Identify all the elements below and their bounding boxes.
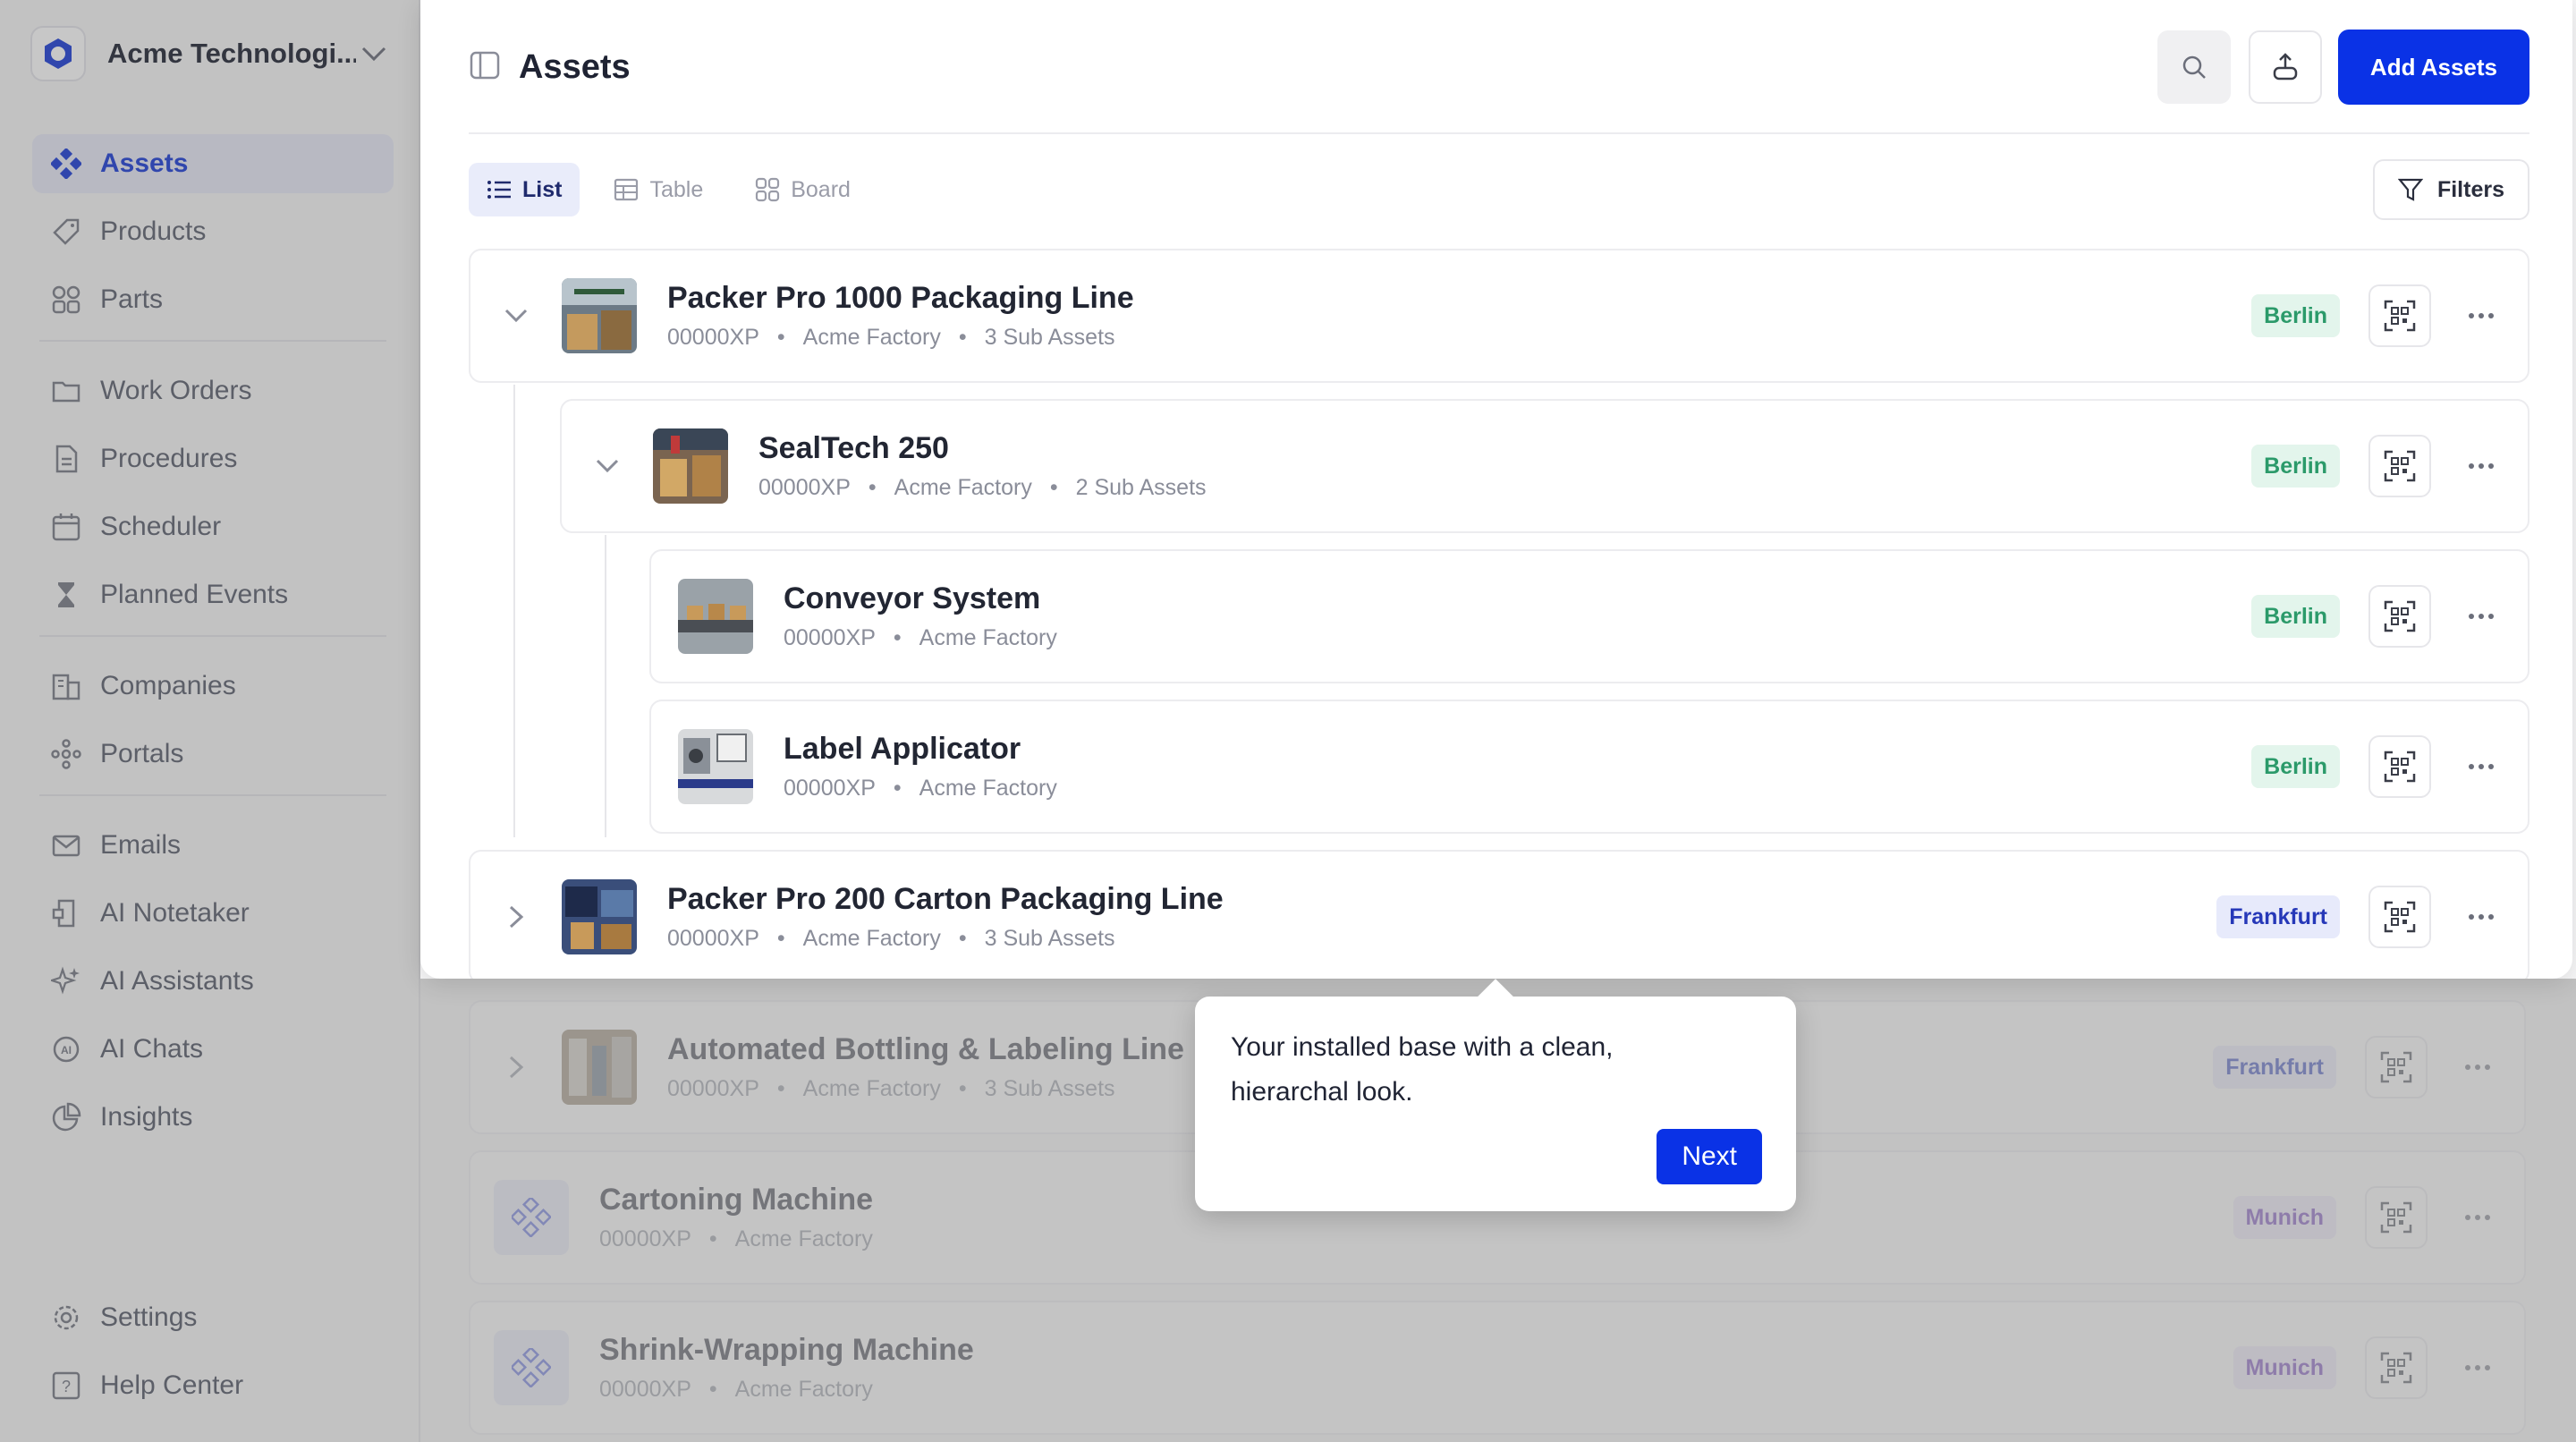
tab-label: Board: [791, 176, 851, 202]
asset-meta: 00000XP • Acme Factory • 3 Sub Assets: [667, 926, 1115, 951]
asset-sub-count: 2 Sub Assets: [1075, 475, 1207, 500]
asset-meta: 00000XP • Acme Factory • 3 Sub Assets: [667, 325, 1115, 350]
list-icon: [487, 179, 512, 200]
asset-meta: 00000XP • Acme Factory: [784, 776, 1057, 801]
more-options-icon[interactable]: [2462, 597, 2501, 636]
asset-thumbnail: [562, 278, 637, 353]
tree-connector: [513, 385, 515, 837]
asset-meta: 00000XP • Acme Factory • 2 Sub Assets: [758, 475, 1207, 500]
asset-thumbnail: [562, 879, 637, 954]
asset-code: 00000XP: [758, 475, 851, 500]
location-badge: Berlin: [2251, 745, 2340, 788]
asset-sub-count: 3 Sub Assets: [984, 926, 1115, 951]
view-switcher: List Table Board: [469, 163, 885, 216]
asset-row-label-applicator[interactable]: Label Applicator 00000XP • Acme Factory B…: [649, 700, 2529, 834]
more-options-icon[interactable]: [2462, 446, 2501, 486]
page-title: Assets: [519, 47, 631, 86]
location-badge: Berlin: [2251, 595, 2340, 638]
asset-name[interactable]: Label Applicator: [784, 732, 2251, 767]
add-assets-button[interactable]: Add Assets: [2337, 30, 2529, 105]
asset-name[interactable]: Packer Pro 1000 Packaging Line: [667, 281, 2251, 316]
asset-thumbnail: [653, 428, 728, 504]
qr-code-icon: [2384, 450, 2416, 482]
board-icon: [755, 177, 780, 202]
more-options-icon[interactable]: [2462, 897, 2501, 937]
asset-thumbnail: [678, 729, 753, 804]
tab-label: Table: [649, 176, 704, 202]
location-badge: Frankfurt: [2216, 895, 2340, 938]
asset-name[interactable]: SealTech 250: [758, 431, 2251, 466]
asset-thumbnail: [678, 579, 753, 654]
asset-name[interactable]: Conveyor System: [784, 581, 2251, 616]
more-options-icon[interactable]: [2462, 296, 2501, 335]
import-button[interactable]: [2248, 30, 2322, 104]
tab-table[interactable]: Table: [596, 163, 721, 216]
asset-meta: 00000XP • Acme Factory: [784, 625, 1057, 650]
upload-icon: [2273, 53, 2298, 81]
asset-name[interactable]: Packer Pro 200 Carton Packaging Line: [667, 882, 2216, 917]
asset-sub-count: 3 Sub Assets: [984, 325, 1115, 350]
asset-site: Acme Factory: [919, 625, 1057, 650]
filters-label: Filters: [2436, 176, 2504, 202]
asset-site: Acme Factory: [802, 325, 941, 350]
header-divider: [469, 132, 2529, 134]
qr-code-button[interactable]: [2368, 435, 2431, 497]
chevron-down-icon[interactable]: [494, 293, 538, 338]
asset-row-sealtech-250[interactable]: SealTech 250 00000XP • Acme Factory • 2 Su…: [560, 399, 2529, 533]
asset-site: Acme Factory: [802, 926, 941, 951]
asset-row-packer-pro-1000[interactable]: Packer Pro 1000 Packaging Line 00000XP • …: [469, 249, 2529, 383]
asset-site: Acme Factory: [894, 475, 1032, 500]
filter-icon: [2397, 177, 2423, 202]
page-header: Assets Add Assets: [469, 27, 2529, 107]
tab-list[interactable]: List: [469, 163, 580, 216]
tree-connector: [605, 535, 606, 837]
qr-code-icon: [2384, 600, 2416, 632]
qr-code-icon: [2384, 901, 2416, 933]
tab-board[interactable]: Board: [737, 163, 869, 216]
qr-code-button[interactable]: [2368, 735, 2431, 798]
asset-code: 00000XP: [784, 776, 876, 801]
sidebar-toggle-icon[interactable]: [469, 49, 501, 86]
search-icon: [2182, 55, 2206, 79]
asset-site: Acme Factory: [919, 776, 1057, 801]
asset-row-conveyor-system[interactable]: Conveyor System 00000XP • Acme Factory Be…: [649, 549, 2529, 683]
asset-code: 00000XP: [784, 625, 876, 650]
qr-code-button[interactable]: [2368, 886, 2431, 948]
onboarding-tooltip: Your installed base with a clean, hierar…: [1195, 997, 1796, 1211]
location-badge: Berlin: [2251, 294, 2340, 337]
filters-button[interactable]: Filters: [2372, 159, 2529, 220]
sidebar-dim-overlay: [0, 0, 420, 1442]
asset-code: 00000XP: [667, 926, 759, 951]
qr-code-icon: [2384, 751, 2416, 783]
table-icon: [614, 178, 639, 201]
assets-panel: Assets Add Assets List Table Board Filte…: [420, 0, 2572, 979]
tab-label: List: [522, 176, 563, 202]
qr-code-button[interactable]: [2368, 284, 2431, 347]
more-options-icon[interactable]: [2462, 747, 2501, 786]
asset-code: 00000XP: [667, 325, 759, 350]
chevron-down-icon[interactable]: [585, 444, 630, 488]
next-button[interactable]: Next: [1657, 1129, 1762, 1184]
location-badge: Berlin: [2251, 445, 2340, 488]
asset-row-packer-pro-200[interactable]: Packer Pro 200 Carton Packaging Line 000…: [469, 850, 2529, 979]
tooltip-text: Your installed base with a clean, hierar…: [1231, 1032, 1614, 1107]
qr-code-button[interactable]: [2368, 585, 2431, 648]
chevron-right-icon[interactable]: [494, 895, 538, 939]
qr-code-icon: [2384, 300, 2416, 332]
search-button[interactable]: [2157, 30, 2231, 104]
